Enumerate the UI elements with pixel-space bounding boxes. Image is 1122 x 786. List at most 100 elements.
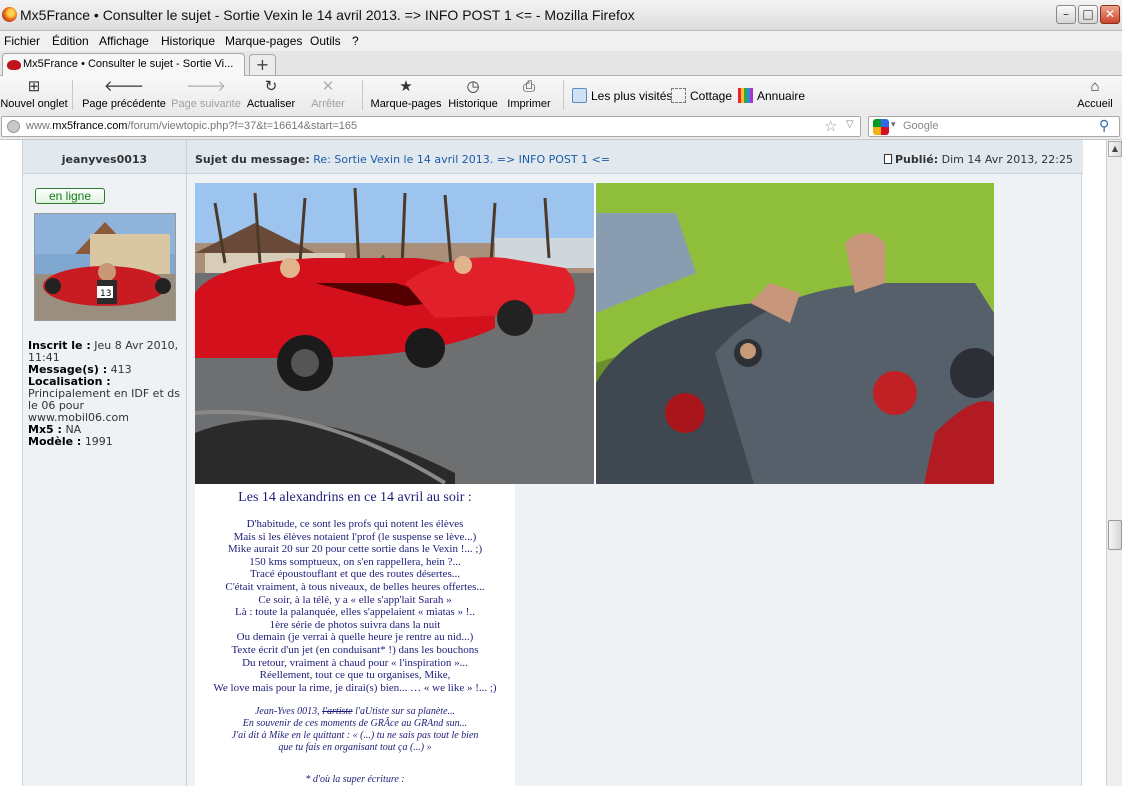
new-tab-toolbar-button[interactable]: ⊞ Nouvel onglet bbox=[0, 78, 68, 110]
post-author[interactable]: jeanyves0013 bbox=[23, 153, 186, 166]
post-date: Publié: Dim 14 Avr 2013, 22:25 bbox=[883, 153, 1073, 166]
signature-struck: l'artiste bbox=[322, 706, 353, 718]
stop-label: Arrêter bbox=[311, 98, 345, 110]
back-label: Page précédente bbox=[82, 98, 166, 110]
url-dropdown-icon[interactable]: ▽ bbox=[846, 119, 854, 130]
profile-joined: Inscrit le : Jeu 8 Avr 2010, 11:41 bbox=[28, 340, 183, 364]
reload-button[interactable]: ↻ Actualiser bbox=[245, 78, 297, 110]
home-button[interactable]: ⌂ Accueil bbox=[1073, 78, 1117, 110]
forward-arrow-icon: 🡒 bbox=[185, 78, 227, 95]
photo-parking-red-miatas bbox=[195, 183, 594, 484]
printer-icon: ⎙ bbox=[522, 78, 535, 95]
bookmarks-button[interactable]: ★ Marque-pages bbox=[369, 78, 443, 110]
menu-fichier[interactable]: Fichier bbox=[4, 34, 40, 48]
bookmark-star-icon: ★ bbox=[399, 78, 413, 95]
signature-line: J'ai dit à Mike en le quittant : « (...)… bbox=[231, 729, 479, 741]
model-label: Modèle : bbox=[28, 435, 82, 448]
print-label: Imprimer bbox=[507, 98, 551, 110]
messages-value: 413 bbox=[110, 363, 132, 376]
signature-name: Jean-Yves 0013, bbox=[254, 706, 323, 718]
new-tab-icon: ⊞ bbox=[27, 78, 41, 95]
scrollbar-thumb[interactable] bbox=[1108, 520, 1122, 550]
most-visited-icon bbox=[572, 88, 587, 103]
profile-location: Localisation : Principalement en IDF et d… bbox=[28, 376, 183, 424]
url-path: /forum/viewtopic.php?f=37&t=16614&start=… bbox=[127, 120, 358, 132]
poem-line: Mais si les élèves notaient l'prof (le s… bbox=[233, 530, 477, 543]
search-input[interactable]: Google bbox=[903, 120, 938, 132]
back-arrow-icon: 🡐 bbox=[103, 78, 145, 95]
site-identity-icon[interactable] bbox=[7, 120, 20, 133]
menu-bar: Fichier Édition Affichage Historique Mar… bbox=[0, 31, 1122, 51]
menu-historique[interactable]: Historique bbox=[161, 34, 215, 48]
signature-line: que tu fais en organisant tout ça (...) … bbox=[278, 741, 432, 753]
reload-icon: ↻ bbox=[264, 78, 278, 95]
back-button[interactable]: 🡐 Page précédente bbox=[81, 78, 167, 110]
bookmarks-label: Marque-pages bbox=[370, 98, 442, 110]
poem-line: D'habitude, ce sont les profs qui notent… bbox=[246, 518, 464, 530]
menu-marque-pages[interactable]: Marque-pages bbox=[225, 34, 302, 48]
address-row: www.mx5france.com/forum/viewtopic.php?f=… bbox=[0, 114, 1122, 140]
online-badge: en ligne bbox=[35, 188, 105, 204]
column-divider bbox=[186, 140, 187, 786]
url-text[interactable]: www.mx5france.com/forum/viewtopic.php?f=… bbox=[26, 120, 357, 132]
poem-line: 150 kms somptueux, on s'en rappellera, h… bbox=[249, 555, 461, 568]
vertical-scrollbar[interactable]: ▲ bbox=[1106, 140, 1122, 786]
print-button[interactable]: ⎙ Imprimer bbox=[505, 78, 553, 110]
forum-post: jeanyves0013 Sujet du message: Re: Sorti… bbox=[22, 140, 1083, 786]
stop-button[interactable]: ✕ Arrêter bbox=[302, 78, 354, 110]
signature-line: En souvenir de ces moments de GRÂce au G… bbox=[242, 718, 468, 730]
poem-line: Texte écrit d'un jet (en conduisant* !) … bbox=[231, 643, 479, 656]
photo-grey-miatas-convoy bbox=[596, 183, 994, 484]
address-bar[interactable]: www.mx5france.com/forum/viewtopic.php?f=… bbox=[1, 116, 861, 137]
signature-line: Jean-Yves 0013, l'artiste l'aUtiste sur … bbox=[195, 706, 515, 718]
tab-title: Mx5France • Consulter le sujet - Sortie … bbox=[23, 58, 234, 70]
poem-line: Tracé époustouflant et que des routes dé… bbox=[249, 568, 461, 581]
menu-affichage[interactable]: Affichage bbox=[99, 34, 149, 48]
post-poem: Les 14 alexandrins en ce 14 avril au soi… bbox=[195, 484, 515, 786]
annuaire-icon bbox=[738, 88, 753, 103]
posted-date: Dim 14 Avr 2013, 22:25 bbox=[941, 153, 1073, 166]
menu-help[interactable]: ? bbox=[352, 34, 359, 48]
new-tab-label: Nouvel onglet bbox=[0, 98, 68, 110]
maximize-button[interactable]: □ bbox=[1078, 5, 1098, 24]
minimize-button[interactable]: – bbox=[1056, 5, 1076, 24]
most-visited-label: Les plus visités bbox=[591, 89, 673, 103]
post-subject: Sujet du message: Re: Sortie Vexin le 14… bbox=[195, 153, 610, 166]
tab-active[interactable]: Mx5France • Consulter le sujet - Sortie … bbox=[2, 53, 245, 76]
post-icon[interactable] bbox=[883, 154, 892, 164]
poem-line: Là : toute la palanquée, elles s'appelai… bbox=[235, 606, 475, 619]
bookmark-star-icon[interactable]: ☆ bbox=[824, 117, 837, 135]
poem-line: 1ère série de photos suivra dans la nuit bbox=[269, 618, 441, 631]
page-viewport: jeanyves0013 Sujet du message: Re: Sorti… bbox=[0, 140, 1106, 786]
engine-dropdown-icon[interactable]: ▾ bbox=[891, 120, 896, 130]
poem-lines: D'habitude, ce sont les profs qui notent… bbox=[195, 518, 515, 694]
menu-outils[interactable]: Outils bbox=[310, 34, 341, 48]
toolbar-separator bbox=[72, 80, 73, 110]
search-icon[interactable]: ⚲ bbox=[1099, 118, 1109, 134]
bookmark-annuaire[interactable]: Annuaire bbox=[738, 88, 805, 103]
bookmark-most-visited[interactable]: Les plus visités bbox=[572, 88, 672, 103]
location-value: Principalement en IDF et ds le 06 pour w… bbox=[28, 387, 180, 424]
post-photos[interactable] bbox=[195, 183, 994, 484]
poem-title: Les 14 alexandrins en ce 14 avril au soi… bbox=[238, 490, 472, 505]
forward-button[interactable]: 🡒 Page suivante bbox=[170, 78, 242, 110]
forward-label: Page suivante bbox=[171, 98, 241, 110]
poem-line: Ou demain (je verrai à quelle heure je r… bbox=[236, 631, 474, 644]
subject-label: Sujet du message: bbox=[195, 153, 310, 166]
menu-edition[interactable]: Édition bbox=[52, 34, 89, 48]
firefox-icon bbox=[2, 7, 17, 22]
google-icon[interactable] bbox=[873, 119, 889, 135]
close-button[interactable]: ✕ bbox=[1100, 5, 1120, 24]
scroll-up-arrow-icon[interactable]: ▲ bbox=[1108, 141, 1122, 157]
search-bar[interactable]: ▾ Google ⚲ bbox=[868, 116, 1120, 137]
history-button[interactable]: ◷ Historique bbox=[446, 78, 500, 110]
posted-label: Publié: bbox=[894, 153, 939, 166]
tab-bar: Mx5France • Consulter le sujet - Sortie … bbox=[0, 51, 1122, 76]
poem-line: Ce soir, à la télé, y a « elle s'app'lai… bbox=[258, 593, 452, 606]
svg-text:13: 13 bbox=[100, 289, 111, 299]
bookmark-cottage[interactable]: Cottage bbox=[671, 88, 732, 103]
poem-line: C'était vraiment, à tous niveaux, de bel… bbox=[225, 580, 485, 593]
annuaire-label: Annuaire bbox=[757, 89, 806, 103]
subject-link[interactable]: Re: Sortie Vexin le 14 avril 2013. => IN… bbox=[313, 153, 610, 166]
new-tab-button[interactable]: + bbox=[249, 54, 276, 75]
